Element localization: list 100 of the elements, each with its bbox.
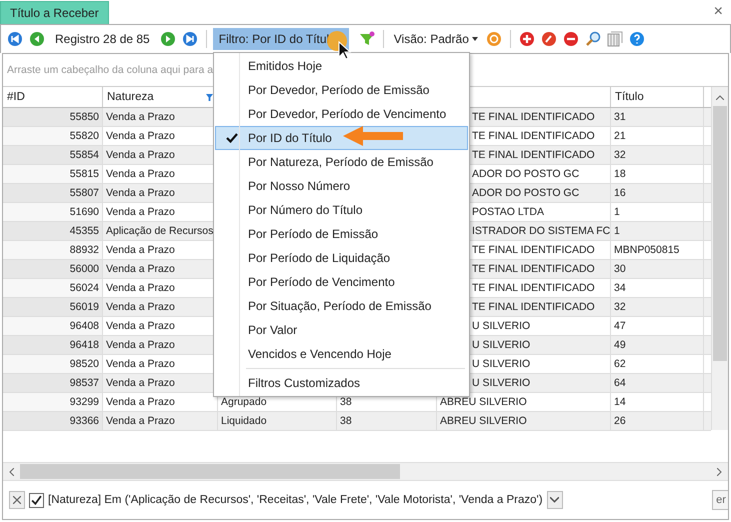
next-icon[interactable] xyxy=(160,31,176,47)
menu-item[interactable]: Por Nosso Número xyxy=(215,174,468,198)
columns-icon[interactable] xyxy=(606,31,623,47)
table-cell: Venda a Prazo xyxy=(106,187,175,199)
table-cell: TE FINAL IDENTIFICADO xyxy=(472,244,595,256)
table-cell: 55854 xyxy=(70,149,99,161)
table-cell: Venda a Prazo xyxy=(106,358,175,370)
table-cell: 14 xyxy=(614,396,626,408)
table-cell: Venda a Prazo xyxy=(106,282,175,294)
table-cell: 93299 xyxy=(70,396,99,408)
refresh-icon[interactable] xyxy=(486,31,502,47)
table-cell: 21 xyxy=(614,130,626,142)
table-cell: 18 xyxy=(614,168,626,180)
table-cell: TE FINAL IDENTIFICADO xyxy=(472,301,595,313)
table-cell: 26 xyxy=(614,415,626,427)
document-tab[interactable]: Título a Receber xyxy=(0,1,109,24)
menu-item[interactable]: Por Período de Liquidação xyxy=(215,246,468,270)
chevron-down-icon xyxy=(550,497,560,503)
clear-filter-button[interactable] xyxy=(9,491,25,509)
table-cell: 31 xyxy=(614,111,626,123)
table-cell: 56019 xyxy=(70,301,99,313)
table-cell: TE FINAL IDENTIFICADO xyxy=(472,263,595,275)
previous-icon[interactable] xyxy=(29,31,45,47)
table-cell: 49 xyxy=(614,339,626,351)
add-icon[interactable] xyxy=(518,31,535,47)
scroll-up-icon[interactable] xyxy=(716,95,724,100)
table-cell: TE FINAL IDENTIFICADO xyxy=(472,130,595,142)
edit-filter-button[interactable]: er xyxy=(712,490,728,510)
filter-checkbox[interactable] xyxy=(29,492,44,508)
table-cell: 32 xyxy=(614,301,626,313)
column-header[interactable]: #ID xyxy=(3,87,103,107)
help-icon[interactable] xyxy=(628,31,645,47)
table-cell: TE FINAL IDENTIFICADO xyxy=(472,111,595,123)
table-cell: Venda a Prazo xyxy=(106,149,175,161)
caret-icon xyxy=(472,37,478,41)
table-cell: 34 xyxy=(614,282,626,294)
table-cell: Agrupado xyxy=(221,396,267,408)
table-cell: 32 xyxy=(614,149,626,161)
close-icon xyxy=(13,496,21,504)
table-cell: 96408 xyxy=(70,320,99,332)
table-cell: 98537 xyxy=(70,377,99,389)
first-record-icon[interactable] xyxy=(7,31,23,47)
menu-item[interactable]: Vencidos e Vencendo Hoje xyxy=(215,342,468,366)
table-cell: U SILVERIO xyxy=(472,339,530,351)
table-cell: 1 xyxy=(614,225,620,237)
table-cell: U SILVERIO xyxy=(472,377,530,389)
table-cell: 16 xyxy=(614,187,626,199)
table-cell: 1 xyxy=(614,206,620,218)
menu-item[interactable]: Por Devedor, Período de Vencimento xyxy=(215,102,468,126)
table-cell: 55820 xyxy=(70,130,99,142)
table-cell: Venda a Prazo xyxy=(106,206,175,218)
menu-item[interactable]: Por Natureza, Período de Emissão xyxy=(215,150,468,174)
horizontal-scrollbar[interactable] xyxy=(3,462,728,481)
scroll-right-icon[interactable] xyxy=(717,468,722,476)
table-cell: ABREU SILVERIO xyxy=(440,396,527,408)
group-panel-hint: Arraste um cabeçalho da coluna aqui para a xyxy=(7,64,214,76)
table-cell: 38 xyxy=(340,415,352,427)
menu-item[interactable]: Por ID do Título xyxy=(215,126,468,150)
table-cell: 88932 xyxy=(70,244,99,256)
table-cell: Venda a Prazo xyxy=(106,415,175,427)
table-cell: 45355 xyxy=(70,225,99,237)
table-cell: 55815 xyxy=(70,168,99,180)
table-cell: TE FINAL IDENTIFICADO xyxy=(472,149,595,161)
menu-item[interactable]: Por Número do Título xyxy=(215,198,468,222)
remove-icon[interactable] xyxy=(562,31,579,47)
table-cell: Venda a Prazo xyxy=(106,168,175,180)
menu-item[interactable]: Emitidos Hoje xyxy=(215,54,468,78)
menu-item[interactable]: Filtros Customizados xyxy=(215,371,468,395)
table-cell: POSTAO LTDA xyxy=(472,206,544,218)
table-cell: Venda a Prazo xyxy=(106,130,175,142)
table-cell: 30 xyxy=(614,263,626,275)
filter-icon[interactable] xyxy=(206,94,213,100)
table-cell: 56024 xyxy=(70,282,99,294)
menu-item[interactable]: Por Período de Emissão xyxy=(215,222,468,246)
table-cell: Venda a Prazo xyxy=(106,111,175,123)
table-cell: 98520 xyxy=(70,358,99,370)
last-record-icon[interactable] xyxy=(182,31,198,47)
record-counter: Registro 28 de 85 xyxy=(55,32,150,46)
menu-item[interactable]: Por Situação, Período de Emissão xyxy=(215,294,468,318)
table-cell: TE FINAL IDENTIFICADO xyxy=(472,282,595,294)
table-cell: 56000 xyxy=(70,263,99,275)
menu-item[interactable]: Por Período de Vencimento xyxy=(215,270,468,294)
table-cell: Venda a Prazo xyxy=(106,320,175,332)
edit-icon[interactable] xyxy=(540,31,557,47)
scroll-left-icon[interactable] xyxy=(9,468,14,476)
table-cell: U SILVERIO xyxy=(472,320,530,332)
menu-item[interactable]: Por Devedor, Período de Emissão xyxy=(215,78,468,102)
vertical-scrollbar[interactable] xyxy=(711,87,728,430)
menu-item[interactable]: Por Valor xyxy=(215,318,468,342)
filter-history-dropdown[interactable] xyxy=(546,491,563,509)
table-cell: Venda a Prazo xyxy=(106,396,175,408)
table-cell: Liquidado xyxy=(221,415,267,427)
search-icon[interactable] xyxy=(584,31,601,47)
view-dropdown[interactable]: Visão: Padrão xyxy=(392,32,480,46)
funnel-icon[interactable] xyxy=(358,31,375,47)
column-header[interactable]: Título xyxy=(611,87,704,107)
table-cell: U SILVERIO xyxy=(472,358,530,370)
table-cell: 55807 xyxy=(70,187,99,199)
table-cell: 55850 xyxy=(70,111,99,123)
close-button[interactable]: × xyxy=(714,4,723,20)
